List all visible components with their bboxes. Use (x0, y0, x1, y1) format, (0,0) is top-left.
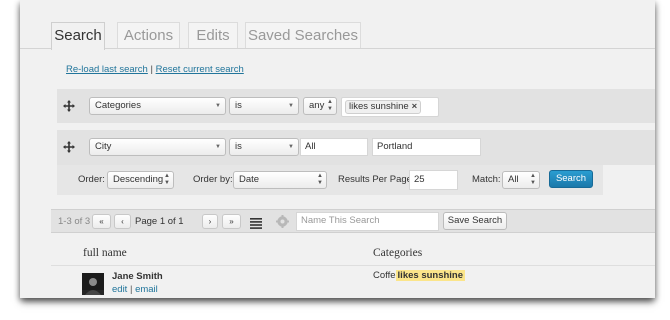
move-handle-icon[interactable] (63, 141, 75, 153)
tab-divider (20, 48, 655, 49)
category-prefix: Coffe (373, 270, 396, 281)
filter-operator-value: is (235, 100, 242, 111)
order-label: Order: (78, 174, 105, 185)
order-by-select[interactable]: Date ▲ ▼ (233, 171, 327, 189)
filter-scope-input[interactable]: All (300, 138, 368, 156)
contact-name[interactable]: Jane Smith (112, 271, 163, 282)
filter-match-select[interactable]: any ▲ ▼ (303, 97, 337, 115)
save-search-button[interactable]: Save Search (443, 212, 507, 230)
reset-current-search-link[interactable]: Reset current search (156, 64, 244, 75)
filter-operator-select[interactable]: is ▼ (229, 138, 299, 156)
reload-last-search-link[interactable]: Re-load last search (66, 64, 148, 75)
last-page-button[interactable]: » (222, 214, 241, 229)
tab-edits[interactable]: Edits (188, 22, 238, 49)
match-select[interactable]: All ▲ ▼ (502, 171, 540, 189)
filter-field-select[interactable]: City ▼ (89, 138, 226, 156)
tab-saved-searches[interactable]: Saved Searches (245, 22, 361, 49)
results-table-header: full name Categories (51, 240, 655, 266)
pagination-bar: 1-3 of 3 « ‹ Page 1 of 1 › » Name This S… (51, 209, 655, 233)
updown-arrow-icon: ▲ ▼ (530, 173, 536, 186)
filter-operator-value: is (235, 141, 242, 152)
page-indicator: Page 1 of 1 (135, 216, 184, 227)
column-header-full-name[interactable]: full name (83, 247, 127, 259)
order-by-label: Order by: (193, 174, 233, 185)
order-select[interactable]: Descending ▲ ▼ (107, 171, 174, 189)
row-actions: edit | email (112, 284, 158, 295)
filter-operator-select[interactable]: is ▼ (229, 97, 299, 115)
row-link-separator: | (129, 284, 133, 295)
updown-arrow-icon: ▲ ▼ (164, 173, 170, 186)
email-link[interactable]: email (135, 284, 158, 295)
updown-arrow-icon: ▲ ▼ (317, 173, 323, 186)
tag-input[interactable]: likes sunshine × (341, 97, 439, 117)
first-page-button[interactable]: « (92, 214, 111, 229)
remove-tag-icon[interactable]: × (412, 101, 418, 112)
result-count: 1-3 of 3 (58, 216, 91, 227)
move-handle-icon[interactable] (63, 100, 75, 112)
category-cell: Coffe likes sunshine (373, 269, 466, 283)
results-per-page-input[interactable]: 25 (409, 170, 458, 190)
prev-page-button[interactable]: ‹ (114, 214, 131, 229)
updown-arrow-icon: ▲ ▼ (327, 99, 333, 112)
order-by-value: Date (239, 174, 260, 185)
chevron-down-icon: ▼ (215, 103, 221, 109)
category-highlight: likes sunshine (395, 270, 466, 281)
match-value: All (508, 174, 519, 185)
tab-actions[interactable]: Actions (117, 22, 180, 49)
tab-search[interactable]: Search (51, 22, 105, 50)
save-search-name-input[interactable]: Name This Search (296, 212, 439, 231)
search-links: Re-load last search | Reset current sear… (66, 64, 244, 75)
link-separator: | (150, 64, 153, 75)
chevron-down-icon: ▼ (288, 144, 294, 150)
gear-icon[interactable] (276, 215, 289, 233)
avatar (82, 273, 104, 295)
next-page-button[interactable]: › (202, 214, 218, 229)
filter-field-value: City (95, 141, 112, 152)
filter-field-value: Categories (95, 100, 141, 111)
order-value: Descending (113, 174, 164, 185)
filter-field-select[interactable]: Categories ▼ (89, 97, 226, 115)
chevron-down-icon: ▼ (215, 144, 221, 150)
search-panel-window: Search Actions Edits Saved Searches Re-l… (20, 0, 655, 298)
tag-label: likes sunshine (349, 101, 409, 112)
search-button[interactable]: Search (549, 170, 593, 188)
match-label: Match: (472, 174, 501, 185)
results-per-page-label: Results Per Page: (338, 174, 415, 185)
edit-link[interactable]: edit (112, 284, 127, 295)
chevron-down-icon: ▼ (288, 103, 294, 109)
column-header-categories[interactable]: Categories (373, 247, 422, 259)
filter-value-input[interactable]: Portland (372, 138, 481, 156)
filter-match-value: any (309, 100, 325, 111)
tag-chip: likes sunshine × (345, 100, 422, 114)
list-icon[interactable] (250, 216, 262, 234)
